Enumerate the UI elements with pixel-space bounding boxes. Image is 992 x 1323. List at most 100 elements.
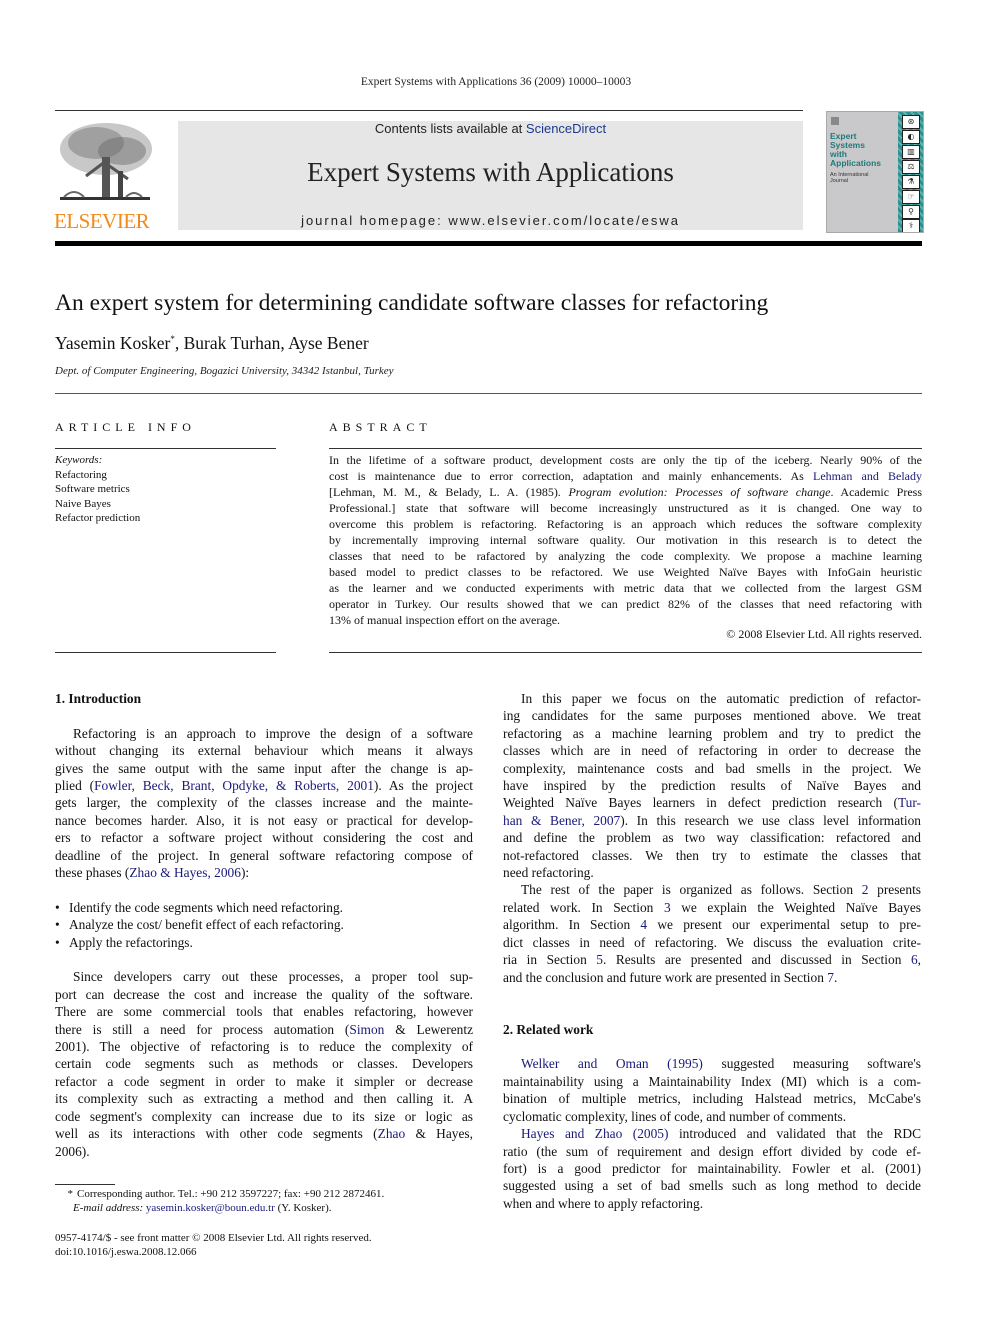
text-run: not-refactored classes. We then try to e… [503, 847, 921, 863]
text-line: dict classes in need of refactoring. We … [503, 934, 921, 951]
text-run: . [833, 969, 838, 985]
text-line: algorithm. In Section 4 we present our e… [503, 916, 921, 933]
text-run: In this paper we focus on the automatic … [521, 691, 921, 706]
cover-emblem-icon [831, 117, 839, 125]
sciencedirect-link[interactable]: ScienceDirect [526, 121, 606, 136]
text-line: certain code segments such as methods or… [55, 1055, 473, 1072]
citation-link[interactable]: Simon [349, 1022, 384, 1037]
bullet-list: • Identify the code segments which need r… [55, 899, 473, 951]
italic-text: Program evolution: Processes of software… [568, 485, 831, 499]
elsevier-logo[interactable]: ELSEVIER [54, 121, 156, 233]
footnote-mark: * [67, 1188, 74, 1200]
bullet-item: • Analyze the cost/ benefit effect of eac… [55, 916, 473, 933]
email-label: E-mail address: [73, 1202, 144, 1214]
section-heading-introduction: 1. Introduction [55, 691, 142, 706]
text-line: overcome this problem is refactoring. Re… [329, 516, 922, 532]
divider [55, 448, 276, 449]
text-line: Refactoring is an approach to improve th… [55, 725, 473, 742]
text-line: need refactoring. [503, 864, 921, 881]
text-line: its complexity such as extracting a meth… [55, 1090, 473, 1107]
text-run: ): [240, 865, 250, 881]
citation-link[interactable]: Tur- [898, 795, 921, 810]
citation-link[interactable]: Zhao [378, 1126, 406, 1141]
citation-link[interactable]: Fowler, Beck, Brant, Opdyke, & Roberts, … [94, 778, 374, 793]
text-line: there is still a need for process automa… [55, 1021, 473, 1038]
contents-prefix: Contents lists available at [374, 121, 526, 136]
text-run: suggested using a set of bad smells such… [503, 1178, 921, 1194]
front-matter: 0957-4174/$ - see front matter © 2008 El… [55, 1231, 372, 1259]
text-run: and define the problem as two way classi… [503, 830, 921, 846]
text-run: there is still a need for process automa… [55, 1021, 350, 1037]
text-run: ratio (the sum of requirement and design… [503, 1143, 921, 1159]
paragraph: The rest of the paper is organized as fo… [503, 881, 921, 985]
text-run: we present our experimental setup to pre… [647, 917, 921, 933]
journal-masthead: Contents lists available at ScienceDirec… [178, 121, 803, 230]
citation-link[interactable]: 7 [827, 970, 834, 985]
text-line: ria in Section 5. Results are presented … [503, 951, 921, 968]
text-run: & Hayes, [405, 1126, 473, 1142]
keywords-label: Keywords: [55, 454, 103, 466]
citation-link[interactable]: 3 [664, 900, 671, 915]
paragraph: In this paper we focus on the automatic … [503, 690, 921, 881]
text-run: [Lehman, M. M., & Belady, L. A. (1985). [329, 485, 569, 499]
text-line: Since developers carry out these process… [55, 968, 473, 985]
author-name[interactable]: Ayse Bener [288, 333, 369, 353]
footnote: * Corresponding author. Tel.: +90 212 359… [55, 1187, 385, 1215]
text-line: ratio (the sum of requirement and design… [503, 1143, 921, 1160]
abstract-heading: ABSTRACT [329, 420, 432, 434]
doi-link[interactable]: doi:10.1016/j.eswa.2008.12.066 [55, 1245, 372, 1259]
author-name[interactable]: Yasemin Kosker [55, 333, 170, 353]
text-run: without changing its external behaviour … [55, 743, 473, 759]
text-run: deadline of the project. In general soft… [55, 847, 473, 863]
elsevier-tree-icon [60, 123, 152, 200]
corresponding-author-mark[interactable]: * [170, 334, 175, 344]
paragraph: Since developers carry out these process… [55, 968, 473, 1159]
text-run: have inspired by the prediction results … [503, 778, 921, 794]
text-run: well as its interactions with other code… [55, 1126, 378, 1142]
journal-cover[interactable]: Expert Systems with Applications An Inte… [826, 111, 924, 233]
text-run: classes which are in need of refactoring… [503, 743, 921, 759]
copyright-notice: © 2008 Elsevier Ltd. All rights reserved… [726, 627, 922, 641]
text-line: In this paper we focus on the automatic … [503, 690, 921, 707]
cover-title-line: Applications [830, 158, 882, 168]
text-run: & Lewerentz [384, 1021, 474, 1037]
text-line: 2001). The objective of refactoring is t… [55, 1038, 473, 1055]
author-name[interactable]: Burak Turhan [184, 333, 281, 353]
citation-link[interactable]: han & Bener, 2007 [503, 813, 620, 828]
text-line: deadline of the project. In general soft… [55, 847, 473, 864]
text-run: when and where to apply refactoring. [503, 1195, 704, 1211]
text-line: In the lifetime of a software product, d… [329, 452, 922, 468]
left-column: 1. Introduction Refactoring is an approa… [55, 690, 473, 1160]
journal-homepage-link[interactable]: journal homepage: www.elsevier.com/locat… [178, 213, 803, 228]
citation-link[interactable]: 5 [596, 952, 603, 967]
divider [329, 652, 922, 653]
text-run: Professional.] state that software will … [329, 501, 922, 515]
text-line: as the learner and we conducted experime… [329, 580, 922, 596]
text-run: presents [868, 882, 921, 898]
text-run: ). As the project [373, 778, 473, 793]
text-run: gives the same output with the same inpu… [55, 760, 473, 776]
article-title: An expert system for determining candida… [55, 290, 769, 316]
text-run: . Results are presented and discussed in… [603, 952, 911, 968]
keyword: Refactor prediction [55, 512, 141, 524]
text-run: suggested measuring software's [702, 1056, 921, 1072]
email-link[interactable]: yasemin.kosker@boun.edu.tr [146, 1202, 275, 1214]
text-run: introduced and validated that the RDC [668, 1126, 922, 1142]
text-line: bination of multiple metrics, including … [503, 1090, 921, 1107]
text-line: classes which are in need of refactoring… [503, 742, 921, 759]
caduceus-icon: ⚕ [902, 219, 920, 232]
text-run: 2001). The objective of refactoring is t… [55, 1039, 473, 1055]
citation-link[interactable]: Welker and Oman (1995) [521, 1056, 703, 1071]
text-run: gets larger, the complexity of the class… [55, 795, 473, 811]
citation-link[interactable]: Zhao & Hayes, 2006 [129, 865, 241, 880]
citation-link[interactable]: Lehman and Belady [813, 469, 922, 483]
text-run: 13% of manual inspection effort on the a… [329, 613, 561, 627]
text-line: without changing its external behaviour … [55, 742, 473, 759]
text-run: There are some commercial tools that ena… [55, 1004, 473, 1020]
citation-link[interactable]: Hayes and Zhao (2005) [521, 1126, 668, 1141]
citation-link[interactable]: 6 [911, 952, 918, 967]
text-line: gives the same output with the same inpu… [55, 760, 473, 777]
bullet-icon: • [55, 917, 60, 933]
bar-chart-icon: ▥ [902, 145, 920, 159]
text-line: related work. In Section 3 we explain th… [503, 899, 921, 916]
